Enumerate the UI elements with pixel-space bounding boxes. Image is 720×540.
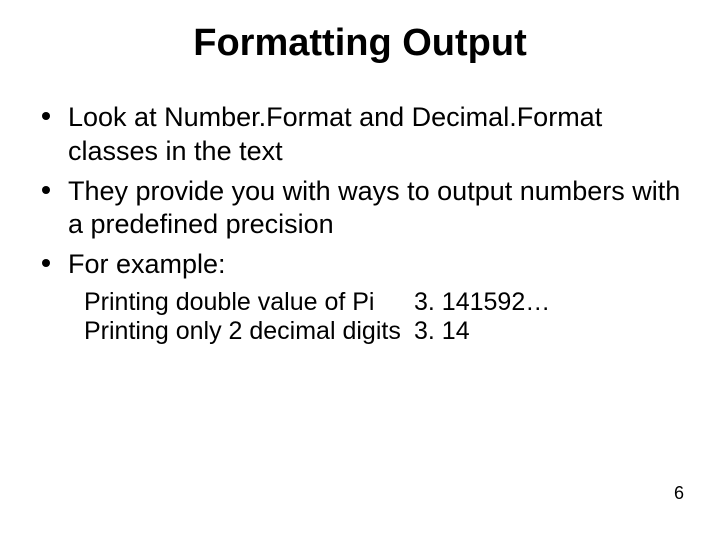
- bullet-text: They provide you with ways to output num…: [68, 176, 680, 240]
- example-row: Printing only 2 decimal digits 3. 14: [84, 317, 690, 346]
- slide-title: Formatting Output: [30, 22, 690, 65]
- slide: Formatting Output Look at Number.Format …: [0, 0, 720, 540]
- bullet-list: Look at Number.Format and Decimal.Format…: [30, 101, 690, 282]
- bullet-item: Look at Number.Format and Decimal.Format…: [30, 101, 690, 169]
- example-value: 3. 141592…: [414, 288, 550, 317]
- example-row: Printing double value of Pi 3. 141592…: [84, 288, 690, 317]
- bullet-icon: [42, 186, 50, 194]
- example-label: Printing double value of Pi: [84, 288, 414, 317]
- bullet-icon: [42, 112, 50, 120]
- bullet-icon: [42, 259, 50, 267]
- bullet-item: They provide you with ways to output num…: [30, 175, 690, 243]
- bullet-text: Look at Number.Format and Decimal.Format…: [68, 102, 602, 166]
- bullet-item: For example:: [30, 248, 690, 282]
- example-value: 3. 14: [414, 317, 470, 346]
- bullet-text: For example:: [68, 249, 226, 279]
- example-label: Printing only 2 decimal digits: [84, 317, 414, 346]
- page-number: 6: [674, 483, 684, 504]
- example-block: Printing double value of Pi 3. 141592… P…: [30, 288, 690, 346]
